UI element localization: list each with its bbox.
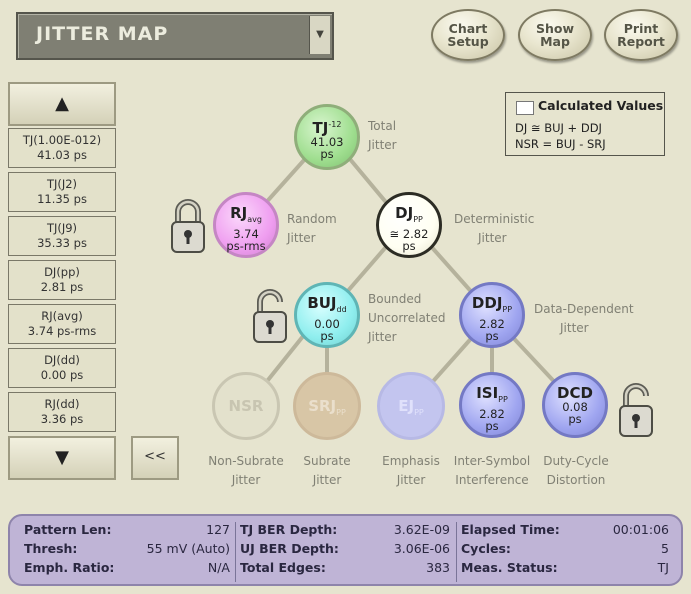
emph-ratio-label: Emph. Ratio: (24, 560, 115, 575)
tj-ber-value: 3.62E-09 (393, 522, 450, 537)
padlock-icon[interactable] (168, 196, 208, 254)
elapsed-value: 00:01:06 (612, 522, 669, 537)
meas-status-label: Meas. Status: (461, 560, 558, 575)
total-edges-value: 383 (426, 560, 450, 575)
thresh-value: 55 mV (Auto) (146, 541, 230, 556)
uj-ber-label: UJ BER Depth: (240, 541, 339, 556)
buj-node[interactable]: BUJdd 0.00 ps (294, 282, 360, 348)
isi-node[interactable]: ISIPP 2.82 ps (459, 372, 525, 438)
rj-node[interactable]: RJavg 3.74 ps-rms (213, 192, 279, 258)
dj-node-unit: ps (402, 239, 416, 253)
total-edges-label: Total Edges: (240, 560, 326, 575)
dcd-node[interactable]: DCD 0.08 ps (542, 372, 608, 438)
ddj-node[interactable]: DDJPP 2.82 ps (459, 282, 525, 348)
jitter-map-window: JITTER MAP ▼ Chart Setup Show Map Print … (0, 0, 691, 594)
tj-ber-label: TJ BER Depth: (240, 522, 338, 537)
cycles-value: 5 (661, 541, 669, 556)
rj-description: Random Jitter (287, 212, 337, 245)
ddj-node-unit: ps (485, 329, 499, 343)
meas-status-value: TJ (657, 560, 669, 575)
dcd-node-name: DCD (557, 384, 593, 402)
rj-node-name: RJavg (230, 204, 262, 224)
pattern-len-label: Pattern Len: (24, 522, 112, 537)
emph-ratio-value: N/A (207, 560, 230, 575)
tj-description: Total Jitter (368, 119, 397, 152)
ddj-description: Data-Dependent Jitter (534, 302, 634, 335)
tj-node[interactable]: TJ-12 41.03 ps (294, 104, 360, 170)
nsr-description: Non-Subrate Jitter (208, 454, 284, 487)
nsr-node-name: NSR (228, 397, 264, 415)
srj-description: Subrate Jitter (303, 454, 351, 487)
elapsed-label: Elapsed Time: (461, 522, 560, 537)
buj-node-name: BUJdd (307, 294, 347, 314)
isi-node-name: ISIPP (476, 384, 508, 404)
srj-node[interactable]: SRJPP (293, 372, 361, 440)
tj-node-unit: ps (320, 147, 334, 161)
isi-node-unit: ps (485, 419, 499, 433)
nsr-node[interactable]: NSR (212, 372, 280, 440)
padlock-icon[interactable] (250, 286, 290, 344)
isi-description: Inter-Symbol Interference (453, 454, 531, 487)
dcd-node-unit: ps (568, 412, 582, 426)
padlock-icon[interactable] (616, 380, 656, 438)
ej-node[interactable]: EJPP (377, 372, 445, 440)
srj-node-name: SRJPP (308, 397, 346, 417)
status-panel: Pattern Len: 127 Thresh: 55 mV (Auto) Em… (8, 514, 683, 586)
ej-description: Emphasis Jitter (382, 454, 440, 487)
rj-node-unit: ps-rms (226, 239, 266, 253)
buj-description: Bounded Uncorrelated Jitter (368, 292, 446, 344)
ddj-node-name: DDJPP (471, 294, 513, 314)
dj-node-name: DJPP (395, 204, 423, 224)
ej-node-name: EJPP (398, 397, 424, 417)
thresh-label: Thresh: (24, 541, 78, 556)
buj-node-unit: ps (320, 329, 334, 343)
dcd-description: Duty-Cycle Distortion (543, 454, 609, 487)
uj-ber-value: 3.06E-06 (393, 541, 450, 556)
pattern-len-value: 127 (206, 522, 230, 537)
dj-description: Deterministic Jitter (454, 212, 535, 245)
dj-node[interactable]: DJPP ≅ 2.82 ps (376, 192, 442, 258)
tj-node-name: TJ-12 (312, 119, 342, 137)
cycles-label: Cycles: (461, 541, 511, 556)
